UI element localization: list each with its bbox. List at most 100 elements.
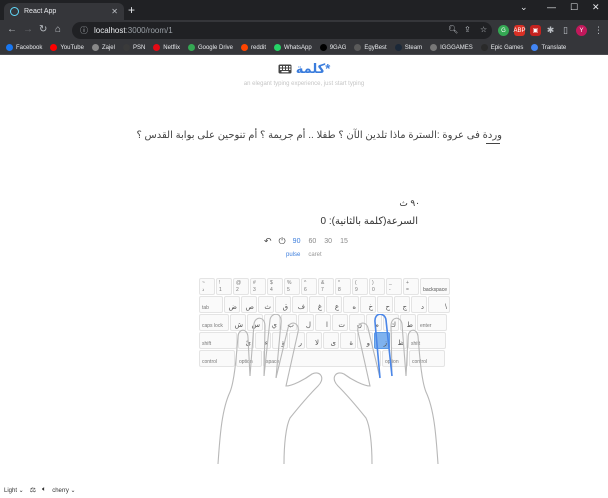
maximize-icon[interactable]: ☐ (570, 2, 578, 13)
keyboard-key[interactable]: ق (275, 296, 291, 313)
address-bar[interactable]: ⓘ localhost :3000/room/1 🔍︎ ⇪ ☆ (72, 22, 492, 39)
extensions-puzzle-icon[interactable]: ✱ (545, 25, 556, 36)
keyboard-key[interactable]: خ (360, 296, 376, 313)
url-host: localhost (94, 26, 126, 35)
brand-header: كلمة* (0, 60, 608, 78)
bookmark-favicon-icon (153, 44, 161, 51)
keyboard-key[interactable]: ~ ذ (199, 278, 215, 295)
key-char: ج (402, 304, 407, 311)
extension-icon[interactable]: ▣ (530, 25, 541, 36)
theme-label: Light (4, 487, 18, 494)
keyboard-key[interactable]: ض (224, 296, 240, 313)
key-label: 6 (304, 287, 307, 293)
keyboard-key[interactable]: د (411, 296, 427, 313)
keyboard-key[interactable]: & 7 (318, 278, 334, 295)
bookmark-facebook[interactable]: Facebook (6, 44, 42, 51)
keyboard-key[interactable]: ح (377, 296, 393, 313)
keyboard-key[interactable]: + = (403, 278, 419, 295)
keyboard-key[interactable]: ص (241, 296, 257, 313)
bookmark-zajel[interactable]: Zajel (91, 44, 115, 51)
key-label: = (406, 287, 409, 293)
keyboard-key[interactable]: \ (428, 296, 450, 313)
info-icon[interactable]: ⓘ (80, 25, 88, 36)
browser-tab[interactable]: React App ✕ (4, 3, 124, 20)
bookmark-egybest[interactable]: EgyBest (354, 44, 387, 51)
bookmark-reddit[interactable]: reddit (240, 44, 266, 51)
bookmark-igggames[interactable]: IGGGAMES (430, 44, 473, 51)
keyboard-key[interactable]: ^ 6 (301, 278, 317, 295)
typing-text[interactable]: وردة فى عروة :السترة ماذا تلدين الآن ؟ ط… (118, 130, 502, 141)
keyboard-key[interactable]: $4 (267, 278, 283, 295)
adblock-extension-icon[interactable]: ABP (514, 25, 526, 36)
mode-option-pulse[interactable]: pulse (286, 252, 300, 258)
keyboard-key[interactable]: _ - (386, 278, 402, 295)
key-shift-label: * (338, 280, 340, 286)
bookmark-netflix[interactable]: Netflix (153, 44, 180, 51)
brand-title[interactable]: كلمة* (296, 61, 331, 76)
bookmark-favicon-icon (274, 44, 281, 51)
tab-search-icon[interactable]: ⌄ (520, 2, 528, 13)
bookmark-favicon-icon (187, 44, 195, 51)
bookmark-youtube[interactable]: YouTube (50, 44, 84, 51)
bookmark-translate[interactable]: Translate (531, 44, 566, 51)
key-shift-label: _ (389, 280, 392, 286)
keyboard-key[interactable]: #3 (250, 278, 266, 295)
keyboard-key[interactable]: غ (309, 296, 325, 313)
close-tab-icon[interactable]: ✕ (111, 7, 118, 16)
menu-icon[interactable]: ⋮ (593, 25, 604, 36)
duration-option-60[interactable]: 60 (308, 238, 316, 245)
bookmark-label: Translate (541, 44, 567, 51)
keyboard-key[interactable]: ) 0 (369, 278, 385, 295)
grammarly-extension-icon[interactable]: G (498, 25, 509, 36)
new-tab-button[interactable]: + (128, 3, 135, 17)
reload-icon[interactable]: ↻ (39, 24, 47, 36)
bookmark-steam[interactable]: Steam (394, 44, 422, 51)
key-label: 5 (287, 287, 290, 293)
zoom-icon[interactable]: 🔍︎ (448, 25, 458, 34)
duration-option-90[interactable]: 90 (293, 238, 301, 245)
forward-icon[interactable]: → (23, 24, 33, 36)
bookmark-epic-games[interactable]: Epic Games (480, 44, 523, 51)
bookmark-whatsapp[interactable]: WhatsApp (274, 44, 312, 51)
keyboard-key[interactable]: ج (394, 296, 410, 313)
bookmark-9gag[interactable]: 9GAG (319, 44, 346, 51)
theme-selector[interactable]: Light ⌄ (4, 487, 24, 494)
duration-option-15[interactable]: 15 (340, 238, 348, 245)
keyboard-key[interactable]: ف (292, 296, 308, 313)
profile-avatar[interactable]: Y (576, 25, 587, 36)
back-icon[interactable]: ← (7, 24, 17, 36)
sound-icon[interactable]: 🔈︎ (42, 486, 46, 494)
keyboard-key[interactable]: ث (258, 296, 274, 313)
key-shift-label: ^ (304, 280, 307, 286)
keyboard-key[interactable]: (9 (352, 278, 368, 295)
bookmark-psn[interactable]: PSN (122, 44, 145, 51)
keyboard-key[interactable]: ع (326, 296, 342, 313)
minimize-icon[interactable]: — (547, 2, 556, 12)
keyboard-key[interactable]: backspace (420, 278, 450, 295)
power-icon[interactable]: ⏻ (279, 236, 286, 247)
keyboard-key[interactable]: @2 (233, 278, 249, 295)
bookmark-favicon-icon (354, 44, 362, 51)
home-icon[interactable]: ⌂ (55, 24, 61, 36)
key-label: 9 (355, 287, 358, 293)
side-panel-icon[interactable]: ▯ (560, 25, 571, 36)
keyboard-key[interactable]: % 5 (284, 278, 300, 295)
key-shift-label: ( (355, 280, 357, 286)
share-icon[interactable]: ⇪ (464, 25, 471, 34)
key-label: 0 (372, 287, 375, 293)
bookmark-google-drive[interactable]: Google Drive (187, 44, 233, 51)
keyboard-layout-icon[interactable]: ⚖ (30, 486, 36, 494)
mode-option-caret[interactable]: caret (308, 252, 321, 258)
duration-option-30[interactable]: 30 (324, 238, 332, 245)
bookmark-favicon-icon (394, 44, 402, 51)
close-window-icon[interactable]: ✕ (592, 2, 600, 13)
test-controls: ↶ ⏻ 90 60 30 15 (264, 236, 348, 247)
bookmark-star-icon[interactable]: ☆ (480, 25, 487, 34)
undo-icon[interactable]: ↶ (264, 236, 272, 247)
sound-selector[interactable]: cherry ⌄ (52, 487, 75, 494)
keyboard-key[interactable]: tab (199, 296, 223, 313)
keyboard-key[interactable]: ! 1 (216, 278, 232, 295)
current-word-underline (486, 143, 500, 144)
keyboard-key[interactable]: ه (343, 296, 359, 313)
keyboard-key[interactable]: * 8 (335, 278, 351, 295)
